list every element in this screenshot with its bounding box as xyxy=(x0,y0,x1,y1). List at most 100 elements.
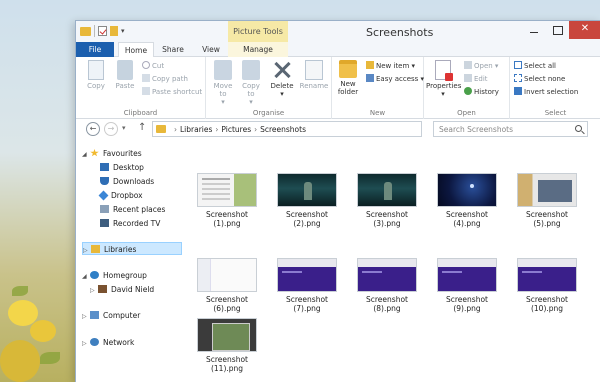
expanded-arrow-icon[interactable]: ◢ xyxy=(82,148,90,161)
user-avatar-icon xyxy=(98,285,107,293)
open-icon xyxy=(464,61,472,69)
file-item[interactable]: Screenshot (3).png xyxy=(351,173,423,228)
collapsed-arrow-icon[interactable]: ▷ xyxy=(83,244,91,257)
rename-button[interactable]: Rename xyxy=(299,60,329,90)
forward-button[interactable]: → xyxy=(104,122,118,136)
collapsed-arrow-icon[interactable]: ▷ xyxy=(82,337,90,350)
file-item[interactable]: Screenshot (5).png xyxy=(511,173,583,228)
desktop-icon xyxy=(100,163,109,171)
nav-computer[interactable]: ▷ Computer xyxy=(82,309,140,322)
copy-to-button[interactable]: Copy to ▾ xyxy=(238,60,264,106)
breadcrumb-item[interactable]: Screenshots xyxy=(260,125,306,134)
paste-shortcut-label: Paste shortcut xyxy=(152,88,203,96)
file-item[interactable]: Screenshot (8).png xyxy=(351,258,423,313)
customize-dropdown-icon[interactable]: ▾ xyxy=(121,27,125,35)
paste-button[interactable]: Paste xyxy=(112,60,138,90)
libraries-icon xyxy=(156,125,166,133)
folder-icon xyxy=(80,26,91,36)
file-item[interactable]: Screenshot (1).png xyxy=(191,173,263,228)
organise-group: Move to ▾ Copy to ▾ Delete ▾ Rename Organis… xyxy=(206,57,332,119)
properties-check-icon[interactable] xyxy=(98,26,107,36)
file-name: Screenshot (5).png xyxy=(526,210,568,228)
file-item[interactable]: Screenshot (7).png xyxy=(271,258,343,313)
desktop-leaf xyxy=(12,286,28,296)
invert-selection-button[interactable]: Invert selection xyxy=(514,87,578,98)
file-item[interactable]: Screenshot (10).png xyxy=(511,258,583,313)
properties-button[interactable]: Properties ▾ xyxy=(426,60,461,98)
breadcrumb-item[interactable]: Libraries xyxy=(180,125,212,134)
nav-homegroup[interactable]: ◢ Homegroup xyxy=(82,269,147,282)
new-item-label: New item xyxy=(376,62,410,70)
easy-access-button[interactable]: Easy access ▾ xyxy=(366,74,424,85)
close-button[interactable]: ✕ xyxy=(569,21,600,39)
file-item[interactable]: Screenshot (2).png xyxy=(271,173,343,228)
invert-selection-label: Invert selection xyxy=(524,88,579,96)
rename-icon xyxy=(305,60,323,80)
recent-locations-dropdown[interactable]: ▾ xyxy=(122,124,126,132)
maximize-button[interactable] xyxy=(546,21,568,39)
file-thumbnail xyxy=(517,173,577,207)
nav-desktop[interactable]: Desktop xyxy=(100,161,144,174)
paste-icon xyxy=(117,60,133,80)
nav-dropbox[interactable]: Dropbox xyxy=(98,189,143,202)
copy-path-label: Copy path xyxy=(152,75,188,83)
delete-button[interactable]: Delete ▾ xyxy=(268,60,296,98)
new-group: New folder New item ▾ Easy access ▾ New xyxy=(332,57,424,119)
edit-button[interactable]: Edit xyxy=(464,74,488,85)
breadcrumb-item[interactable]: Pictures xyxy=(221,125,251,134)
expanded-arrow-icon[interactable]: ◢ xyxy=(82,270,90,283)
paste-shortcut-button[interactable]: Paste shortcut xyxy=(142,87,202,98)
copy-button[interactable]: Copy xyxy=(84,60,108,90)
tab-share[interactable]: Share xyxy=(158,42,188,57)
file-thumbnail xyxy=(277,258,337,292)
star-icon xyxy=(90,149,99,157)
move-to-button[interactable]: Move to ▾ xyxy=(210,60,236,106)
file-item[interactable]: Screenshot (11).png xyxy=(191,318,263,373)
nav-libraries[interactable]: ▷ Libraries xyxy=(82,242,182,255)
desktop-flower xyxy=(0,340,40,382)
copy-to-label: Copy to xyxy=(242,82,260,98)
nav-favourites[interactable]: ◢ Favourites xyxy=(82,147,142,160)
file-item[interactable]: Screenshot (6).png xyxy=(191,258,263,313)
open-button[interactable]: Open ▾ xyxy=(464,61,498,72)
select-none-label: Select none xyxy=(524,75,566,83)
explorer-window: ▾ Picture Tools Screenshots ✕ File Home … xyxy=(75,20,600,382)
file-item[interactable]: Screenshot (4).png xyxy=(431,173,503,228)
new-folder-icon[interactable] xyxy=(110,26,118,36)
cut-label: Cut xyxy=(152,62,165,70)
tab-home[interactable]: Home xyxy=(118,42,154,58)
minimize-button[interactable] xyxy=(523,21,545,39)
new-item-button[interactable]: New item ▾ xyxy=(366,61,415,72)
back-button[interactable]: ← xyxy=(86,122,100,136)
move-to-label: Move to xyxy=(213,82,233,98)
search-input[interactable]: Search Screenshots xyxy=(433,121,588,137)
copy-path-button[interactable]: Copy path xyxy=(142,74,188,85)
collapsed-arrow-icon[interactable]: ▷ xyxy=(82,310,90,323)
copy-icon xyxy=(88,60,104,80)
tab-file[interactable]: File xyxy=(76,42,114,57)
nav-network[interactable]: ▷ Network xyxy=(82,336,134,349)
cut-button[interactable]: Cut xyxy=(142,61,164,72)
file-name: Screenshot (1).png xyxy=(206,210,248,228)
search-placeholder: Search Screenshots xyxy=(439,125,514,134)
history-button[interactable]: History xyxy=(464,87,499,98)
collapsed-arrow-icon[interactable]: ▷ xyxy=(90,284,98,297)
recorded-tv-icon xyxy=(100,219,109,227)
nav-user[interactable]: ▷ David Nield xyxy=(90,283,154,296)
up-button[interactable]: ↑ xyxy=(138,122,146,133)
new-item-icon xyxy=(366,61,374,69)
file-thumbnail xyxy=(197,318,257,352)
address-bar[interactable]: ›Libraries›Pictures›Screenshots ▾ ↻ xyxy=(152,121,498,137)
new-folder-button[interactable]: New folder xyxy=(334,60,362,96)
ribbon: Copy Paste Cut Copy path Paste shortcut … xyxy=(76,57,600,119)
tab-manage[interactable]: Manage xyxy=(228,42,288,57)
select-all-button[interactable]: Select all xyxy=(514,61,556,72)
select-none-button[interactable]: Select none xyxy=(514,74,565,85)
scissors-icon xyxy=(142,61,150,69)
file-item[interactable]: Screenshot (9).png xyxy=(431,258,503,313)
nav-recorded-tv[interactable]: Recorded TV xyxy=(100,217,160,230)
nav-downloads[interactable]: Downloads xyxy=(100,175,154,188)
nav-recent-places[interactable]: Recent places xyxy=(100,203,165,216)
tab-view[interactable]: View xyxy=(196,42,226,57)
select-none-icon xyxy=(514,74,522,82)
